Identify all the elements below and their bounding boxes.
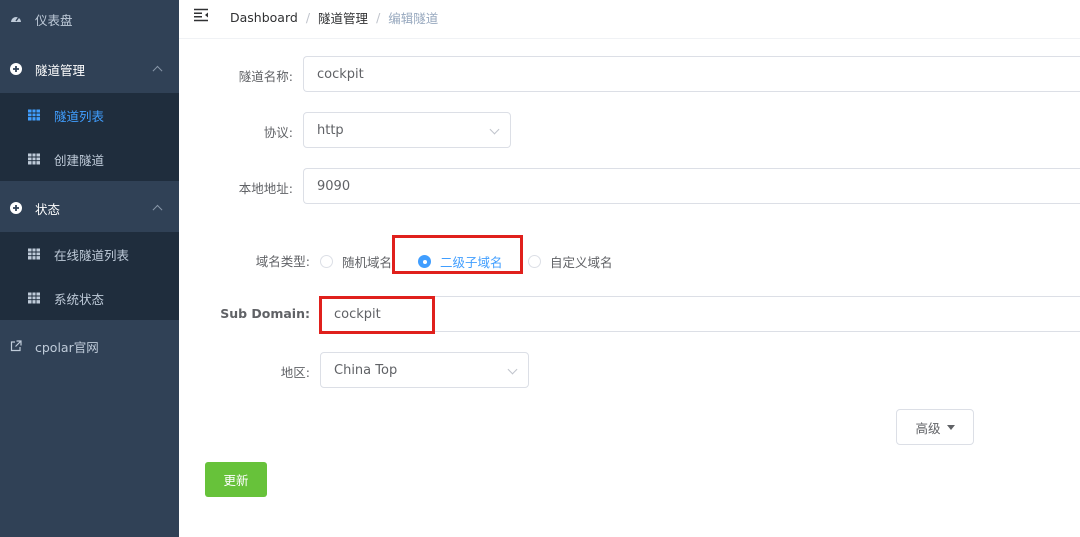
chevron-down-icon <box>489 124 500 135</box>
menu-item-status[interactable]: 状态 <box>0 185 179 231</box>
dashboard-icon <box>11 17 21 22</box>
breadcrumb-item-edit-tunnel: 编辑隧道 <box>388 10 439 26</box>
chevron-up-icon <box>152 204 163 215</box>
plus-circle-icon <box>10 202 22 214</box>
chevron-up-icon <box>152 65 163 76</box>
plus-circle-icon <box>10 63 22 75</box>
grid-icon <box>28 292 40 304</box>
breadcrumb-item-dashboard[interactable]: Dashboard <box>230 10 298 25</box>
domain-type-label: 域名类型: <box>255 254 310 269</box>
highlight-box <box>392 235 523 274</box>
radio-circle <box>528 255 541 268</box>
sidebar: 仪表盘 隧道管理 隧道列表 创建隧道 状态 在线隧道列表 系统状态 cpolar… <box>0 0 179 537</box>
menu-label-status: 状态 <box>35 201 61 217</box>
local-address-label: 本地地址: <box>238 181 293 196</box>
sidebar-item-tunnel-list[interactable]: 隧道列表 <box>0 93 179 137</box>
sidebar-item-online-tunnels[interactable]: 在线隧道列表 <box>0 232 179 276</box>
external-link-icon <box>10 340 22 352</box>
submenu-tunnel-management: 隧道列表 创建隧道 <box>0 93 179 181</box>
header-divider <box>179 38 1080 39</box>
sidebar-item-system-status[interactable]: 系统状态 <box>0 276 179 320</box>
advanced-button-label: 高级 <box>915 420 941 436</box>
region-value: China Top <box>334 362 398 378</box>
region-label: 地区: <box>280 365 310 380</box>
breadcrumb-separator: / <box>305 9 311 25</box>
breadcrumb-item-tunnel-management[interactable]: 隧道管理 <box>318 8 368 27</box>
sidebar-item-label: 隧道列表 <box>54 108 105 124</box>
sidebar-item-label: 在线隧道列表 <box>54 247 130 263</box>
update-button[interactable]: 更新 <box>205 462 267 497</box>
grid-icon <box>28 109 40 121</box>
protocol-select[interactable]: http <box>303 112 511 148</box>
highlight-box <box>319 296 435 334</box>
advanced-button[interactable]: 高级 <box>896 409 974 445</box>
radio-label: 自定义域名 <box>550 255 613 270</box>
radio-custom-domain[interactable]: 自定义域名 <box>528 252 613 271</box>
sidebar-item-label: 系统状态 <box>54 291 105 307</box>
chevron-down-icon <box>507 364 518 375</box>
sidebar-item-create-tunnel[interactable]: 创建隧道 <box>0 137 179 181</box>
grid-icon <box>28 153 40 165</box>
breadcrumb-separator: / <box>376 9 381 25</box>
sub-domain-label: Sub Domain: <box>220 306 310 321</box>
radio-label: 随机域名 <box>342 255 393 270</box>
tunnel-name-value: cockpit <box>317 66 364 82</box>
breadcrumb: Dashboard / 隧道管理 / 编辑隧道 <box>230 8 438 26</box>
local-address-value: 9090 <box>317 178 351 194</box>
menu-item-cpolar-site[interactable]: cpolar官网 <box>0 323 179 369</box>
protocol-value: http <box>317 122 344 138</box>
menu-label-cpolar-site: cpolar官网 <box>35 339 99 355</box>
caret-down-icon <box>946 424 955 430</box>
submenu-status: 在线隧道列表 系统状态 <box>0 232 179 320</box>
menu-item-tunnel-management[interactable]: 隧道管理 <box>0 46 179 92</box>
protocol-label: 协议: <box>263 125 293 140</box>
sidebar-item-label: 创建隧道 <box>54 152 105 168</box>
menu-label-tunnel-management: 隧道管理 <box>35 62 86 78</box>
grid-icon <box>28 248 40 260</box>
menu-label-dashboard: 仪表盘 <box>35 12 73 28</box>
tunnel-name-label: 隧道名称: <box>238 69 293 84</box>
tunnel-name-input[interactable]: cockpit <box>303 56 1080 92</box>
radio-random-domain[interactable]: 随机域名 <box>320 252 392 271</box>
local-address-input[interactable]: 9090 <box>303 168 1080 204</box>
region-select[interactable]: China Top <box>320 352 529 388</box>
hamburger-menu-icon[interactable] <box>193 8 209 22</box>
menu-item-dashboard[interactable]: 仪表盘 <box>0 0 179 42</box>
radio-circle <box>320 255 333 268</box>
update-button-label: 更新 <box>223 473 249 488</box>
